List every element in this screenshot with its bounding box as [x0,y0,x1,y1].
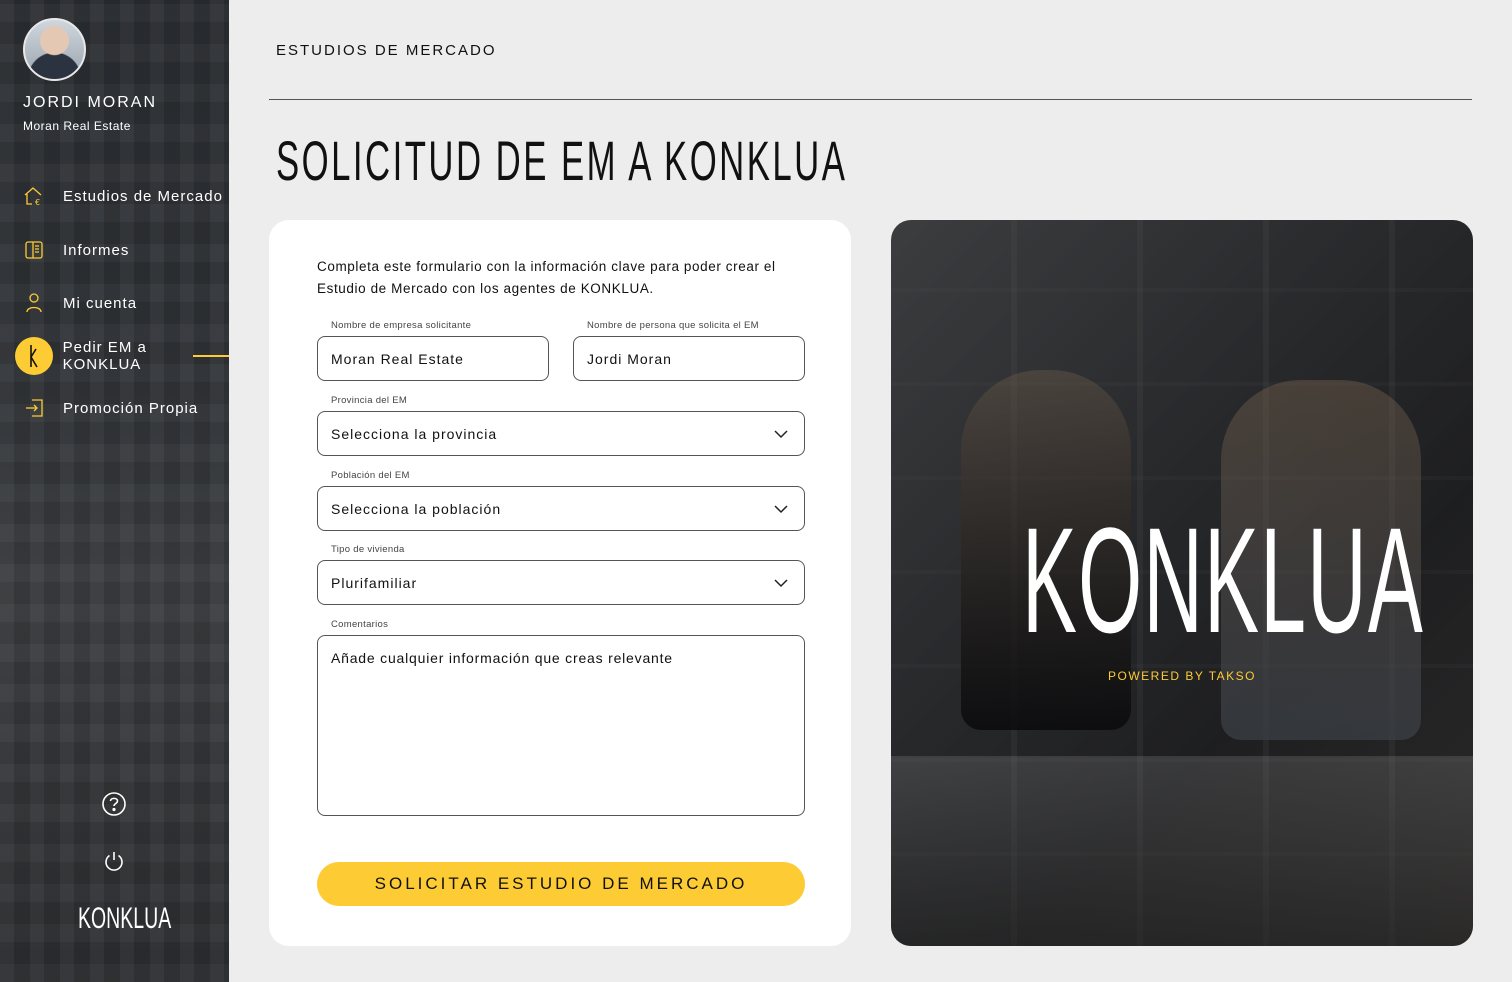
sidebar-item-label: Estudios de Mercado [63,187,223,205]
sidebar-item-mi-cuenta[interactable]: Mi cuenta [0,283,229,323]
person-value: Jordi Moran [587,350,672,367]
form-intro: Completa este formulario con la informac… [317,259,776,296]
sidebar-item-promocion-propia[interactable]: Promoción Propia [0,388,229,428]
home-euro-icon: € [23,185,45,207]
person-field[interactable]: Jordi Moran [573,336,805,381]
province-label: Provincia del EM [331,395,408,406]
type-label: Tipo de vivienda [331,544,405,555]
person-label: Nombre de persona que solicita el EM [587,320,759,331]
powered-by: POWERED BY TAKSO [1107,669,1257,683]
sidebar-logo: KONKLUA [78,902,172,935]
type-value: Plurifamiliar [331,574,418,591]
hero-image: KONKLUA POWERED BY TAKSO [891,220,1473,946]
sidebar-item-estudios-de-mercado[interactable]: € Estudios de Mercado [0,176,229,216]
document-icon [23,239,45,261]
sidebar-item-label: Informes [63,241,130,259]
company-label: Nombre de empresa solicitante [331,320,472,331]
sidebar-item-label: Mi cuenta [63,294,138,312]
user-name: JORDI MORAN [23,94,157,111]
comments-textarea[interactable]: Añade cualquier información que creas re… [317,635,805,816]
breadcrumb: ESTUDIOS DE MERCADO [276,42,497,59]
power-icon[interactable] [101,848,127,874]
chevron-down-icon [774,579,788,588]
sidebar-item-label: Promoción Propia [63,399,199,417]
sidebar-item-informes[interactable]: Informes [0,230,229,270]
housing-type-select[interactable]: Plurifamiliar [317,560,805,605]
login-icon [23,397,45,419]
active-indicator [193,355,229,357]
header-divider [269,99,1472,100]
province-select[interactable]: Selecciona la provincia [317,411,805,456]
province-value: Selecciona la provincia [331,425,498,442]
user-company: Moran Real Estate [23,119,131,133]
submit-button[interactable]: SOLICITAR ESTUDIO DE MERCADO [317,862,805,906]
sidebar: JORDI MORAN Moran Real Estate € Estudios… [0,0,229,982]
chevron-down-icon [774,505,788,514]
request-form: Completa este formulario con la informac… [269,220,851,946]
user-icon [23,292,45,314]
page-title: SOLICITUD DE EM A KONKLUA [276,129,848,192]
town-value: Selecciona la población [331,500,502,517]
town-select[interactable]: Selecciona la población [317,486,805,531]
svg-text:€: € [35,198,40,207]
town-label: Población del EM [331,470,410,481]
comments-label: Comentarios [331,619,389,630]
hero-table [891,756,1473,946]
company-value: Moran Real Estate [331,350,464,367]
comments-placeholder: Añade cualquier información que creas re… [331,650,673,666]
help-icon[interactable] [101,791,127,817]
company-field[interactable]: Moran Real Estate [317,336,549,381]
avatar[interactable] [23,18,86,81]
chevron-down-icon [774,430,788,439]
hero-logo: KONKLUA [1021,496,1424,664]
konklua-k-icon [15,337,53,375]
